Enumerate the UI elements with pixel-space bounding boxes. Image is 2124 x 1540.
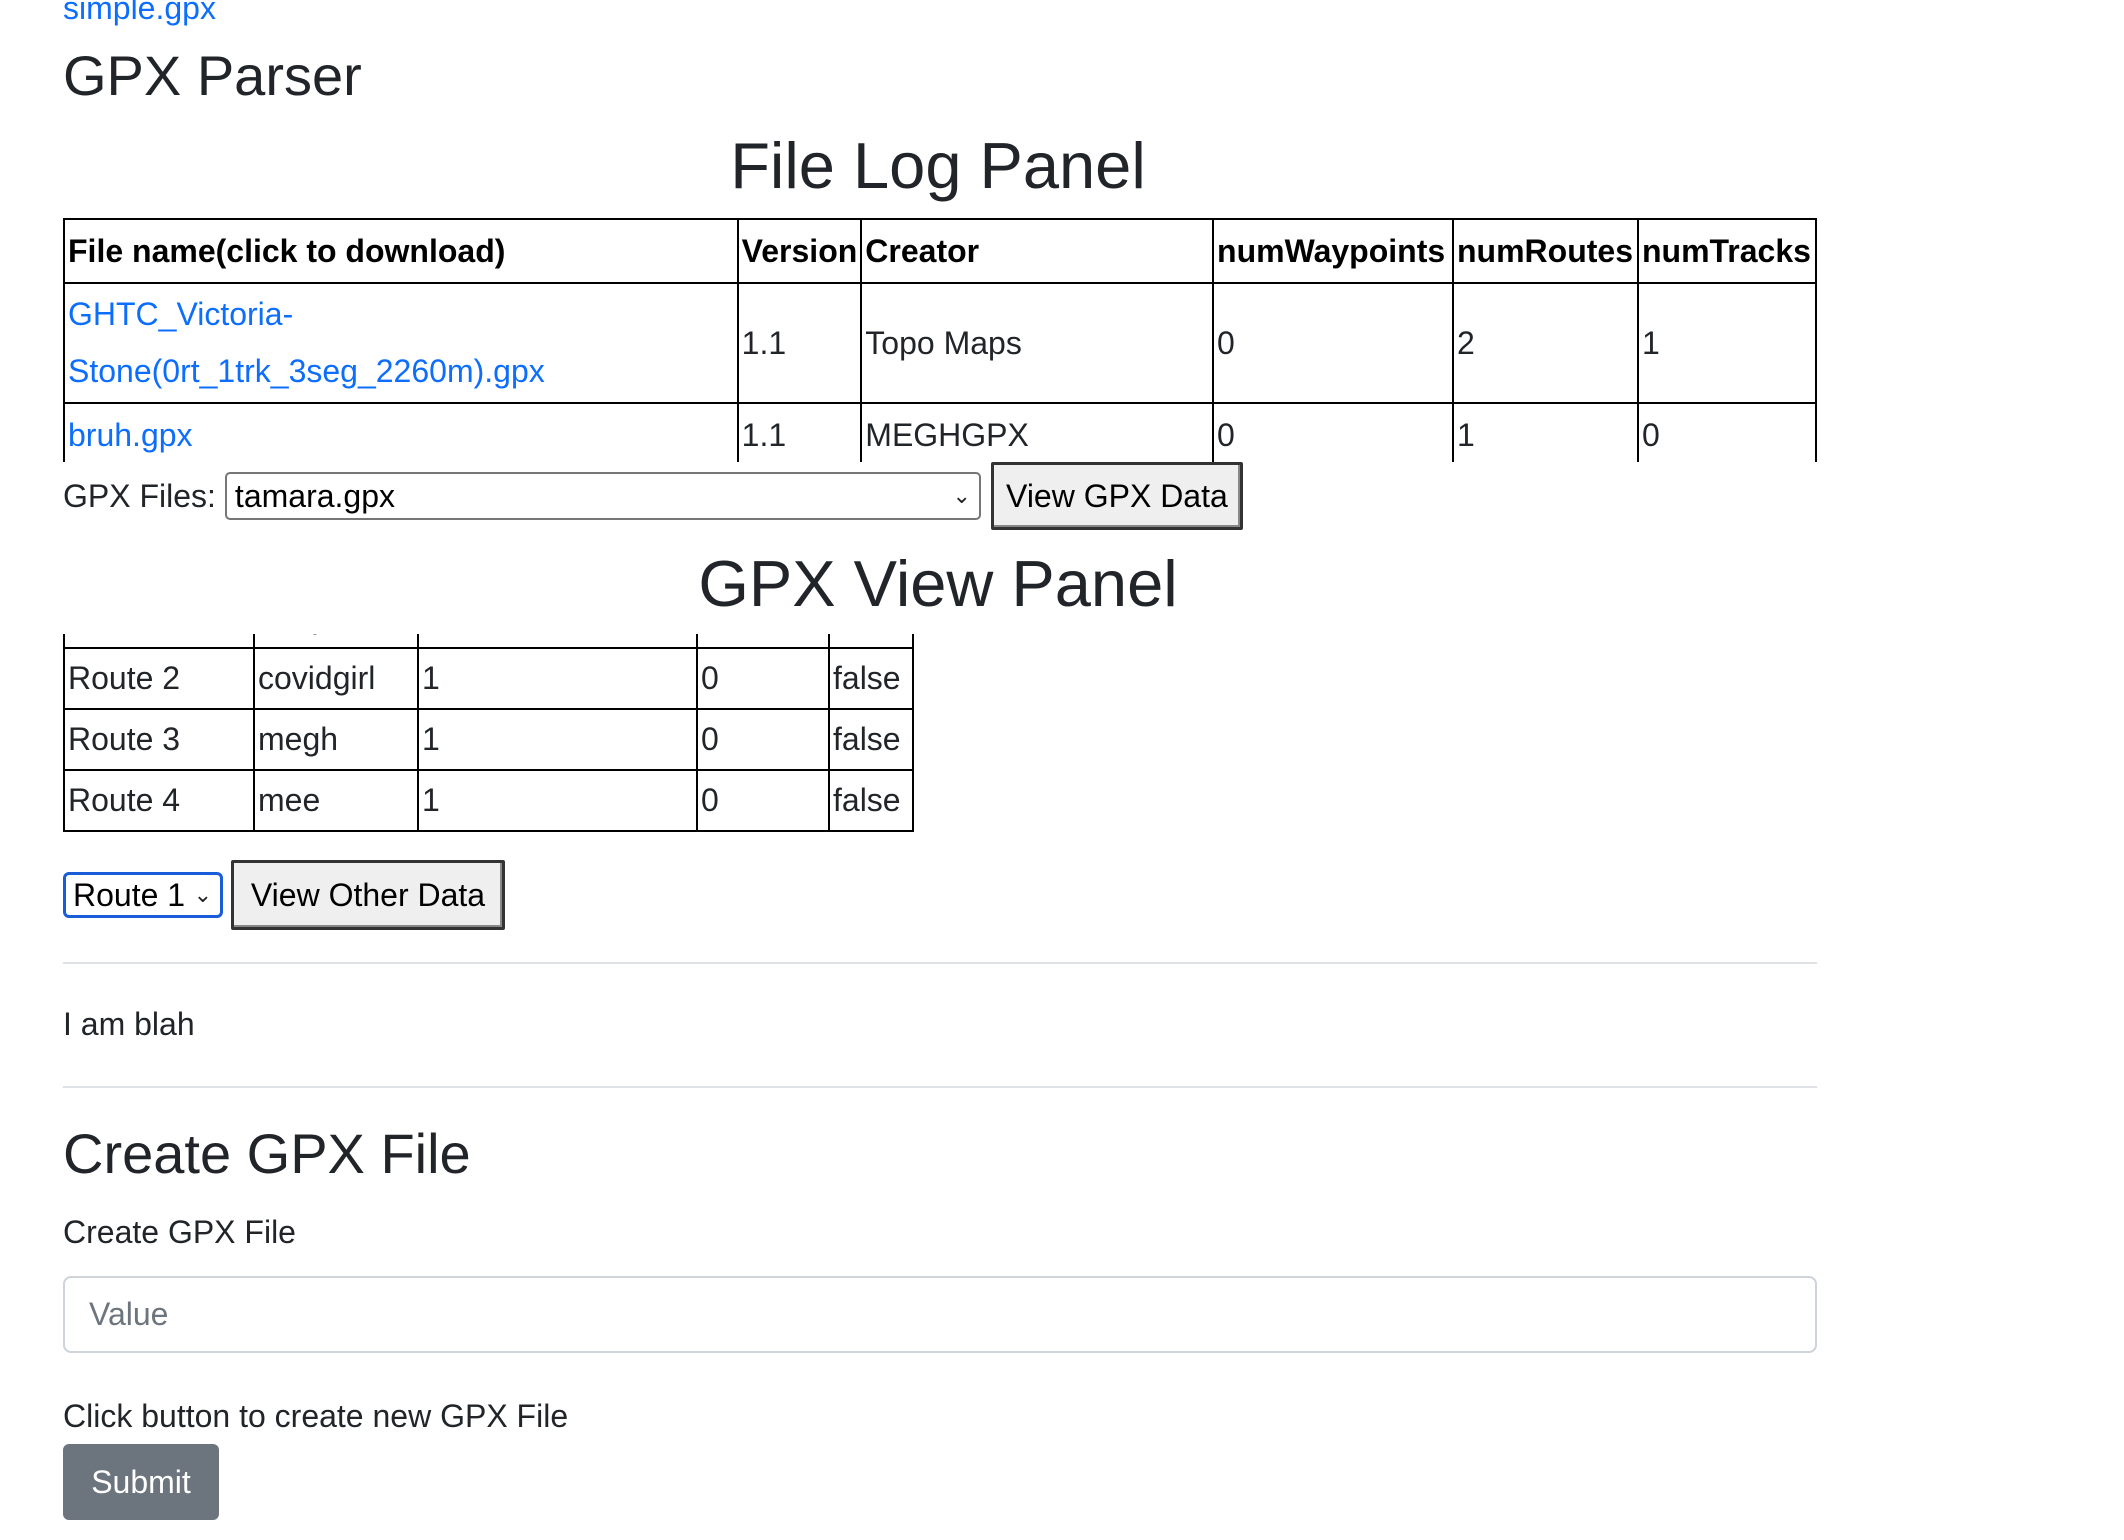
loop-cell: false bbox=[828, 634, 914, 649]
file-download-link[interactable]: GHTC_Victoria- Stone(0rt_1trk_3seg_2260m… bbox=[68, 286, 734, 400]
length-cell: 0 bbox=[696, 647, 830, 710]
column-header-numroutes: numRoutes bbox=[1451, 218, 1639, 284]
routes-cell: 1 bbox=[1451, 402, 1639, 462]
points-cell: 1 bbox=[417, 647, 698, 710]
tracks-cell: 0 bbox=[1636, 402, 1817, 462]
file-log-table: File name(click to download) Version Cre… bbox=[63, 218, 1817, 462]
waypoints-cell: 0 bbox=[1212, 282, 1454, 404]
version-cell: 1.1 bbox=[736, 402, 863, 462]
page: simple.gpx GPX Parser File Log Panel Fil… bbox=[0, 0, 2124, 1540]
create-gpx-field-label: Create GPX File bbox=[63, 1214, 296, 1250]
table-row: Route 2 covidgirl 1 0 false bbox=[63, 647, 914, 710]
table-row: bruh.gpx 1.1 MEGHGPX 0 1 0 bbox=[63, 402, 1817, 462]
status-text: I am blah bbox=[63, 1006, 195, 1042]
column-header-numtracks: numTracks bbox=[1636, 218, 1817, 284]
points-cell: 1 bbox=[417, 769, 698, 832]
gpx-file-select-value: tamara.gpx bbox=[234, 477, 395, 514]
table-row: Route 4 mee 1 0 false bbox=[63, 769, 914, 832]
route-select-value: Route 1 bbox=[73, 876, 186, 913]
component-cell: Route 3 bbox=[63, 708, 255, 771]
creator-cell: MEGHGPX bbox=[860, 402, 1215, 462]
routes-cell: 2 bbox=[1451, 282, 1639, 404]
table-row: Route 3 megh 1 0 false bbox=[63, 708, 914, 771]
gpx-files-bar: GPX Files: tamara.gpx ⌄ View GPX Data bbox=[63, 462, 1243, 530]
component-cell: Route 4 bbox=[63, 769, 255, 832]
gpx-files-label: GPX Files: bbox=[63, 477, 216, 514]
gpx-view-table-container[interactable]: Route 1 birdperson 2 513671 false Route … bbox=[63, 634, 915, 860]
column-header-numwaypoints: numWaypoints bbox=[1212, 218, 1454, 284]
column-header-creator: Creator bbox=[860, 218, 1215, 284]
points-cell: 2 bbox=[417, 634, 698, 649]
chevron-down-icon: ⌄ bbox=[952, 483, 971, 508]
app-title: GPX Parser bbox=[63, 44, 362, 107]
route-select[interactable]: Route 1 ⌄ bbox=[63, 872, 223, 918]
create-gpx-hint: Click button to create new GPX File bbox=[63, 1398, 569, 1434]
view-other-data-button[interactable]: View Other Data bbox=[231, 860, 505, 930]
loop-cell: false bbox=[828, 769, 914, 832]
component-cell: Route 1 bbox=[63, 634, 255, 649]
gpx-view-table: Route 1 birdperson 2 513671 false Route … bbox=[63, 634, 914, 832]
loop-cell: false bbox=[828, 708, 914, 771]
component-cell: Route 2 bbox=[63, 647, 255, 710]
top-file-link[interactable]: simple.gpx bbox=[63, 0, 216, 28]
gpx-file-select[interactable]: tamara.gpx ⌄ bbox=[224, 472, 981, 520]
submit-button[interactable]: Submit bbox=[63, 1444, 219, 1520]
view-gpx-data-button[interactable]: View GPX Data bbox=[990, 462, 1243, 530]
divider bbox=[63, 1086, 1817, 1088]
tracks-cell: 1 bbox=[1636, 282, 1817, 404]
length-cell: 0 bbox=[696, 708, 830, 771]
column-header-filename: File name(click to download) bbox=[63, 218, 739, 284]
version-cell: 1.1 bbox=[736, 282, 863, 404]
route-select-bar: Route 1 ⌄ View Other Data bbox=[63, 860, 505, 930]
length-cell: 513671 bbox=[696, 634, 830, 649]
file-log-panel-title: File Log Panel bbox=[730, 129, 1146, 202]
file-download-link[interactable]: bruh.gpx bbox=[68, 417, 193, 453]
table-row: GHTC_Victoria- Stone(0rt_1trk_3seg_2260m… bbox=[63, 282, 1817, 404]
create-gpx-value-input[interactable] bbox=[63, 1276, 1817, 1353]
name-cell: mee bbox=[253, 769, 419, 832]
chevron-down-icon: ⌄ bbox=[193, 882, 212, 907]
create-gpx-title: Create GPX File bbox=[63, 1122, 471, 1185]
loop-cell: false bbox=[828, 647, 914, 710]
name-cell: megh bbox=[253, 708, 419, 771]
points-cell: 1 bbox=[417, 708, 698, 771]
length-cell: 0 bbox=[696, 769, 830, 832]
column-header-version: Version bbox=[736, 218, 863, 284]
file-log-table-container[interactable]: File name(click to download) Version Cre… bbox=[63, 218, 1817, 462]
gpx-view-panel-title: GPX View Panel bbox=[698, 547, 1178, 620]
table-row: Route 1 birdperson 2 513671 false bbox=[63, 634, 914, 649]
waypoints-cell: 0 bbox=[1212, 402, 1454, 462]
file-link-line-2: Stone(0rt_1trk_3seg_2260m).gpx bbox=[68, 353, 545, 389]
creator-cell: Topo Maps bbox=[860, 282, 1215, 404]
divider bbox=[63, 962, 1817, 964]
file-log-header-row: File name(click to download) Version Cre… bbox=[63, 218, 1817, 284]
name-cell: covidgirl bbox=[253, 647, 419, 710]
filename-cell: bruh.gpx bbox=[63, 402, 739, 462]
file-link-line-1: GHTC_Victoria- bbox=[68, 296, 294, 332]
filename-cell: GHTC_Victoria- Stone(0rt_1trk_3seg_2260m… bbox=[63, 282, 739, 404]
name-cell: birdperson bbox=[253, 634, 419, 649]
